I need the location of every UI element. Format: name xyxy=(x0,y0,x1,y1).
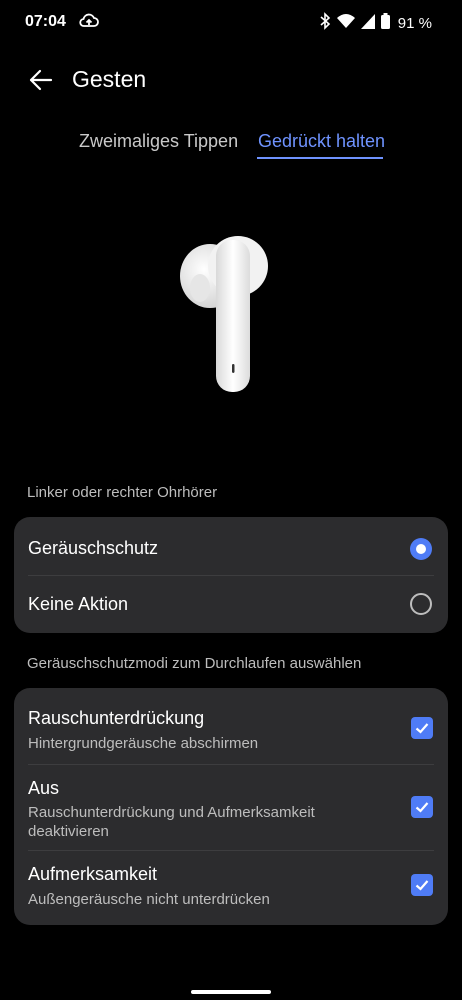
battery-percent: 91 % xyxy=(397,15,432,32)
tab-press-hold[interactable]: Gedrückt halten xyxy=(258,131,385,152)
check-icon xyxy=(415,723,429,734)
option-label: Geräuschschutz xyxy=(28,538,159,558)
checkbox-checked[interactable] xyxy=(411,796,433,818)
signal-icon xyxy=(360,13,375,34)
checkbox-checked[interactable] xyxy=(411,717,433,739)
option-no-action[interactable]: Keine Aktion xyxy=(14,575,448,633)
mode-subtitle: Rauschunterdrückung und Aufmerksamkeit d… xyxy=(28,804,315,840)
status-time: 07:04 xyxy=(25,13,66,30)
arrow-left-icon xyxy=(29,69,53,91)
wifi-icon xyxy=(336,13,355,34)
noise-modes-card: Rauschunterdrückung Hintergrundgeräusche… xyxy=(14,688,448,925)
option-label: Keine Aktion xyxy=(28,594,129,614)
mode-subtitle: Außengeräusche nicht unterdrücken xyxy=(28,891,270,908)
back-button[interactable] xyxy=(27,66,55,94)
tab-double-tap[interactable]: Zweimaliges Tippen xyxy=(79,131,238,152)
radio-button-selected[interactable] xyxy=(410,538,432,560)
check-icon xyxy=(415,802,429,813)
mode-title: Rauschunterdrückung xyxy=(28,708,205,728)
mode-title: Aufmerksamkeit xyxy=(28,864,158,884)
section-label-earbud: Linker oder rechter Ohrhörer xyxy=(27,484,218,501)
mode-off[interactable]: Aus Rauschunterdrückung und Aufmerksamke… xyxy=(14,764,448,850)
checkbox-checked[interactable] xyxy=(411,874,433,896)
bluetooth-icon xyxy=(319,12,331,35)
tab-indicator xyxy=(257,157,383,159)
mode-subtitle: Hintergrundgeräusche abschirmen xyxy=(28,735,259,752)
earbud-image xyxy=(176,230,276,395)
home-indicator[interactable] xyxy=(191,990,271,994)
check-icon xyxy=(415,880,429,891)
earbud-action-card: Geräuschschutz Keine Aktion xyxy=(14,517,448,633)
mode-title: Aus xyxy=(28,778,60,798)
page-title: Gesten xyxy=(72,66,147,92)
mode-noise-cancellation[interactable]: Rauschunterdrückung Hintergrundgeräusche… xyxy=(14,688,448,764)
battery-icon xyxy=(380,13,390,34)
app-bar: Gesten xyxy=(0,56,462,104)
section-label-modes: Geräuschschutzmodi zum Durchlaufen auswä… xyxy=(27,655,362,672)
tab-bar: Zweimaliges Tippen Gedrückt halten xyxy=(0,128,462,162)
mode-awareness[interactable]: Aufmerksamkeit Außengeräusche nicht unte… xyxy=(14,850,448,925)
option-noise-control[interactable]: Geräuschschutz xyxy=(14,517,448,575)
status-bar: 07:04 91 % xyxy=(0,0,462,44)
cloud-upload-icon xyxy=(79,13,99,34)
radio-button[interactable] xyxy=(410,593,432,615)
